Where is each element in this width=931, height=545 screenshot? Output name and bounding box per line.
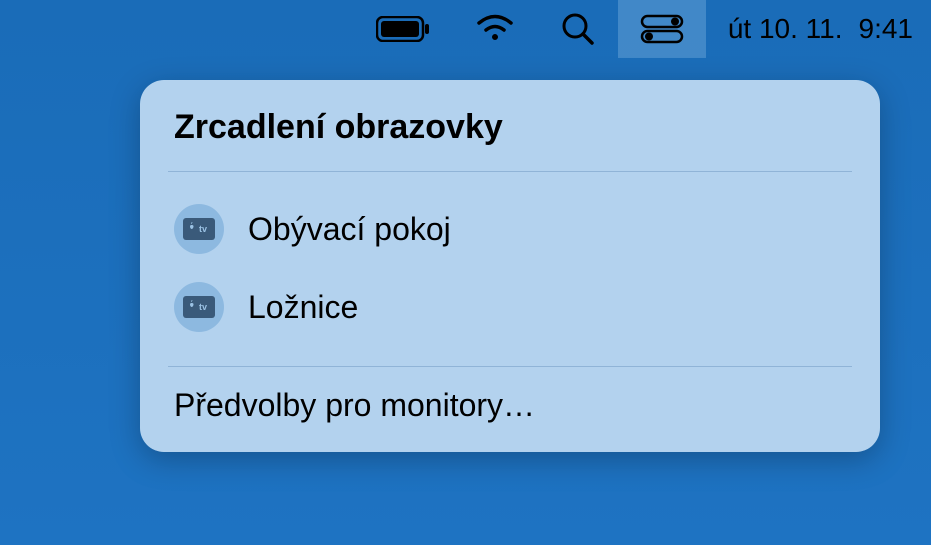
control-center[interactable]	[618, 0, 706, 58]
wifi-status[interactable]	[452, 0, 538, 58]
battery-status[interactable]	[354, 0, 452, 58]
search-icon	[560, 11, 596, 47]
date-text: út 10. 11.	[728, 13, 843, 45]
device-list: tv Obývací pokoj tv Ložnice	[140, 172, 880, 366]
device-label: Obývací pokoj	[248, 211, 451, 248]
battery-icon	[376, 16, 430, 42]
datetime-display[interactable]: út 10. 11. 9:41	[706, 13, 913, 45]
device-item-obyvaci-pokoj[interactable]: tv Obývací pokoj	[174, 190, 846, 268]
display-preferences-link[interactable]: Předvolby pro monitory…	[140, 367, 880, 428]
control-center-icon	[640, 14, 684, 44]
svg-text:tv: tv	[199, 224, 207, 234]
appletv-icon: tv	[174, 282, 224, 332]
menu-bar: út 10. 11. 9:41	[0, 0, 931, 58]
wifi-icon	[474, 14, 516, 44]
svg-text:tv: tv	[199, 302, 207, 312]
time-text: 9:41	[859, 13, 914, 45]
device-label: Ložnice	[248, 289, 358, 326]
device-item-loznice[interactable]: tv Ložnice	[174, 268, 846, 346]
screen-mirroring-popover: Zrcadlení obrazovky tv Obývací pokoj	[140, 80, 880, 452]
popover-title: Zrcadlení obrazovky	[140, 108, 880, 171]
spotlight-search[interactable]	[538, 0, 618, 58]
appletv-icon: tv	[174, 204, 224, 254]
